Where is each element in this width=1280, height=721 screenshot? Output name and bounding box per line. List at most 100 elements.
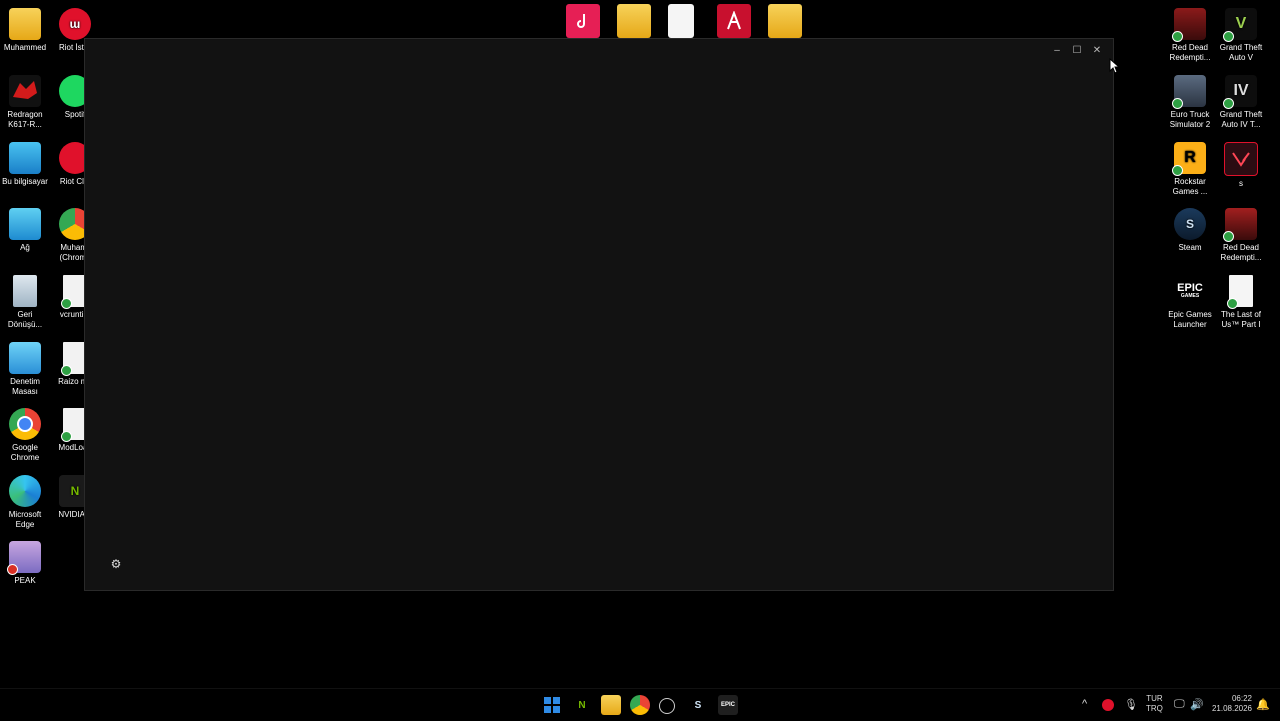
- synced-badge-icon: [61, 365, 72, 376]
- epic-logo-text: EPIC: [1177, 281, 1203, 294]
- network-icon: [9, 208, 41, 240]
- microphone-icon[interactable]: 🎙: [1124, 698, 1138, 711]
- synced-badge-icon: [1172, 98, 1183, 109]
- folder-icon: [9, 8, 41, 40]
- clock-date: 21.08.2026: [1211, 704, 1252, 713]
- desktop-icon-muhammed[interactable]: Muhammed: [0, 8, 50, 53]
- desktop-icon-label: Redragon K617-R...: [7, 110, 43, 129]
- peak-icon: [7, 541, 41, 575]
- folder-stack-icon[interactable]: [768, 4, 802, 38]
- desktop-icon-recycle-bin[interactable]: Geri Dönüşü...: [0, 275, 50, 330]
- desktop-icon-label: Euro Truck Simulator 2: [1169, 110, 1211, 129]
- minimize-button[interactable]: –: [1047, 43, 1067, 57]
- window-controls: – ☐ ✕: [1047, 43, 1107, 57]
- desktop-icon-label: Google Chrome: [10, 443, 40, 462]
- desktop-icon-label: Ağ: [20, 243, 30, 252]
- file-icon[interactable]: [668, 4, 694, 38]
- nvidia-glyph: N: [70, 484, 80, 498]
- language-indicator[interactable]: TUR TRQ: [1146, 694, 1163, 714]
- desktop-icon-rockstar[interactable]: R Rockstar Games ...: [1165, 142, 1215, 197]
- desktop-icon-this-pc[interactable]: Bu bilgisayar: [0, 142, 50, 187]
- language-code: TUR: [1146, 694, 1163, 703]
- riot-tray-icon[interactable]: [1102, 699, 1114, 711]
- desktop-icon-label: Red Dead Redempti...: [1220, 243, 1262, 262]
- desktop-icon-network[interactable]: Ağ: [0, 208, 50, 253]
- recycle-bin-icon: [13, 275, 37, 307]
- synced-badge-icon: [1172, 31, 1183, 42]
- close-button[interactable]: ✕: [1087, 43, 1107, 57]
- tray-chevron-icon[interactable]: ^: [1082, 698, 1087, 710]
- nvidia-taskbar-icon[interactable]: N: [572, 695, 592, 715]
- blank-file-icon: [1227, 275, 1253, 309]
- gtaiv-glyph: IV: [1233, 82, 1249, 99]
- desktop-icon-label: Denetim Masası: [10, 377, 40, 396]
- desktop-icon-label: Steam: [1178, 243, 1202, 252]
- start-icon[interactable]: [542, 695, 562, 715]
- synced-badge-icon: [1227, 298, 1238, 309]
- desktop-icon-label: s: [1239, 179, 1243, 188]
- tiktok-icon[interactable]: [566, 4, 600, 38]
- ets2-icon: [1172, 75, 1206, 109]
- rdr-icon: [1172, 8, 1206, 42]
- folder-icon[interactable]: [617, 4, 651, 38]
- edge-icon: [9, 475, 41, 507]
- keyboard-layout: TRQ: [1146, 704, 1163, 713]
- desktop-icon-valorant[interactable]: s: [1216, 142, 1266, 189]
- desktop-icon-label: Microsoft Edge: [8, 510, 42, 529]
- riot-icon: ɯ: [59, 8, 91, 40]
- epic-icon: EPIC GAMES: [1174, 275, 1206, 307]
- chrome-icon: [9, 408, 41, 440]
- desktop-icon-steam[interactable]: S Steam: [1165, 208, 1215, 253]
- desktop-icon-control-panel[interactable]: Denetim Masası: [0, 342, 50, 397]
- desktop-icon-euro-truck[interactable]: Euro Truck Simulator 2: [1165, 75, 1215, 130]
- volume-icon[interactable]: 🔊: [1190, 698, 1204, 711]
- app-window: – ☐ ✕ ⚙: [84, 38, 1114, 591]
- notification-bell-icon[interactable]: 🔔: [1256, 698, 1270, 711]
- desktop-icon-label: Geri Dönüşü...: [7, 310, 43, 329]
- taskbar: N S EPIC ^ 🎙 TUR TRQ 🖵 🔊 06:22 21.08.202…: [0, 688, 1280, 721]
- computer-icon: [9, 142, 41, 174]
- gtav-glyph: V: [1235, 15, 1247, 32]
- gtaiv-icon: IV: [1223, 75, 1257, 109]
- app-a-icon[interactable]: [717, 4, 751, 38]
- desktop-icon-label: Grand Theft Auto IV T...: [1219, 110, 1263, 129]
- desktop-icon-microsoft-edge[interactable]: Microsoft Edge: [0, 475, 50, 530]
- explorer-icon[interactable]: [601, 695, 621, 715]
- desktop-icon-label: Grand Theft Auto V: [1219, 43, 1263, 62]
- desktop-icon-redragon[interactable]: Redragon K617-R...: [0, 75, 50, 130]
- maximize-button[interactable]: ☐: [1067, 43, 1087, 57]
- clock[interactable]: 06:22 21.08.2026: [1208, 694, 1252, 714]
- desktop-icon-gta-iv[interactable]: IV Grand Theft Auto IV T...: [1216, 75, 1266, 130]
- rdr2-icon: [1223, 208, 1257, 242]
- gtav-icon: V: [1223, 8, 1257, 42]
- desktop-icon-label: Muhammed: [3, 43, 47, 52]
- desktop-icon-label: Bu bilgisayar: [2, 177, 48, 186]
- control-panel-icon: [9, 342, 41, 374]
- desktop-icon-label: Red Dead Redempti...: [1169, 43, 1211, 62]
- desktop-icon-epic-games[interactable]: EPIC GAMES Epic Games Launcher: [1165, 275, 1215, 330]
- synced-badge-icon: [61, 431, 72, 442]
- epic-taskbar-icon[interactable]: EPIC: [718, 695, 738, 715]
- steam-icon: S: [1174, 208, 1206, 240]
- desktop-icon-peak[interactable]: PEAK: [0, 541, 50, 586]
- settings-gear-icon[interactable]: ⚙: [109, 557, 123, 571]
- steam-taskbar-icon[interactable]: S: [688, 695, 708, 715]
- loader-icon[interactable]: [659, 698, 675, 714]
- desktop-icon-red-dead-1[interactable]: Red Dead Redempti...: [1165, 8, 1215, 63]
- riot-glyph: ɯ: [69, 17, 81, 31]
- error-badge-icon: [7, 564, 18, 575]
- desktop-icon-label: PEAK: [14, 576, 36, 585]
- desktop-icon-gta-v[interactable]: V Grand Theft Auto V: [1216, 8, 1266, 63]
- synced-badge-icon: [1172, 165, 1183, 176]
- desktop-icon-last-of-us[interactable]: The Last of Us™ Part I: [1216, 275, 1266, 330]
- desktop-icon-label: Epic Games Launcher: [1168, 310, 1212, 329]
- steam-glyph: S: [1185, 217, 1194, 231]
- clock-time: 06:22: [1231, 694, 1252, 703]
- desktop-icon-red-dead-2[interactable]: Red Dead Redempti...: [1216, 208, 1266, 263]
- desktop-icon-google-chrome[interactable]: Google Chrome: [0, 408, 50, 463]
- synced-badge-icon: [1223, 231, 1234, 242]
- desktop-icon-label: The Last of Us™ Part I: [1220, 310, 1262, 329]
- synced-badge-icon: [1223, 31, 1234, 42]
- display-icon[interactable]: 🖵: [1174, 698, 1185, 711]
- chrome-taskbar-icon[interactable]: [630, 695, 650, 715]
